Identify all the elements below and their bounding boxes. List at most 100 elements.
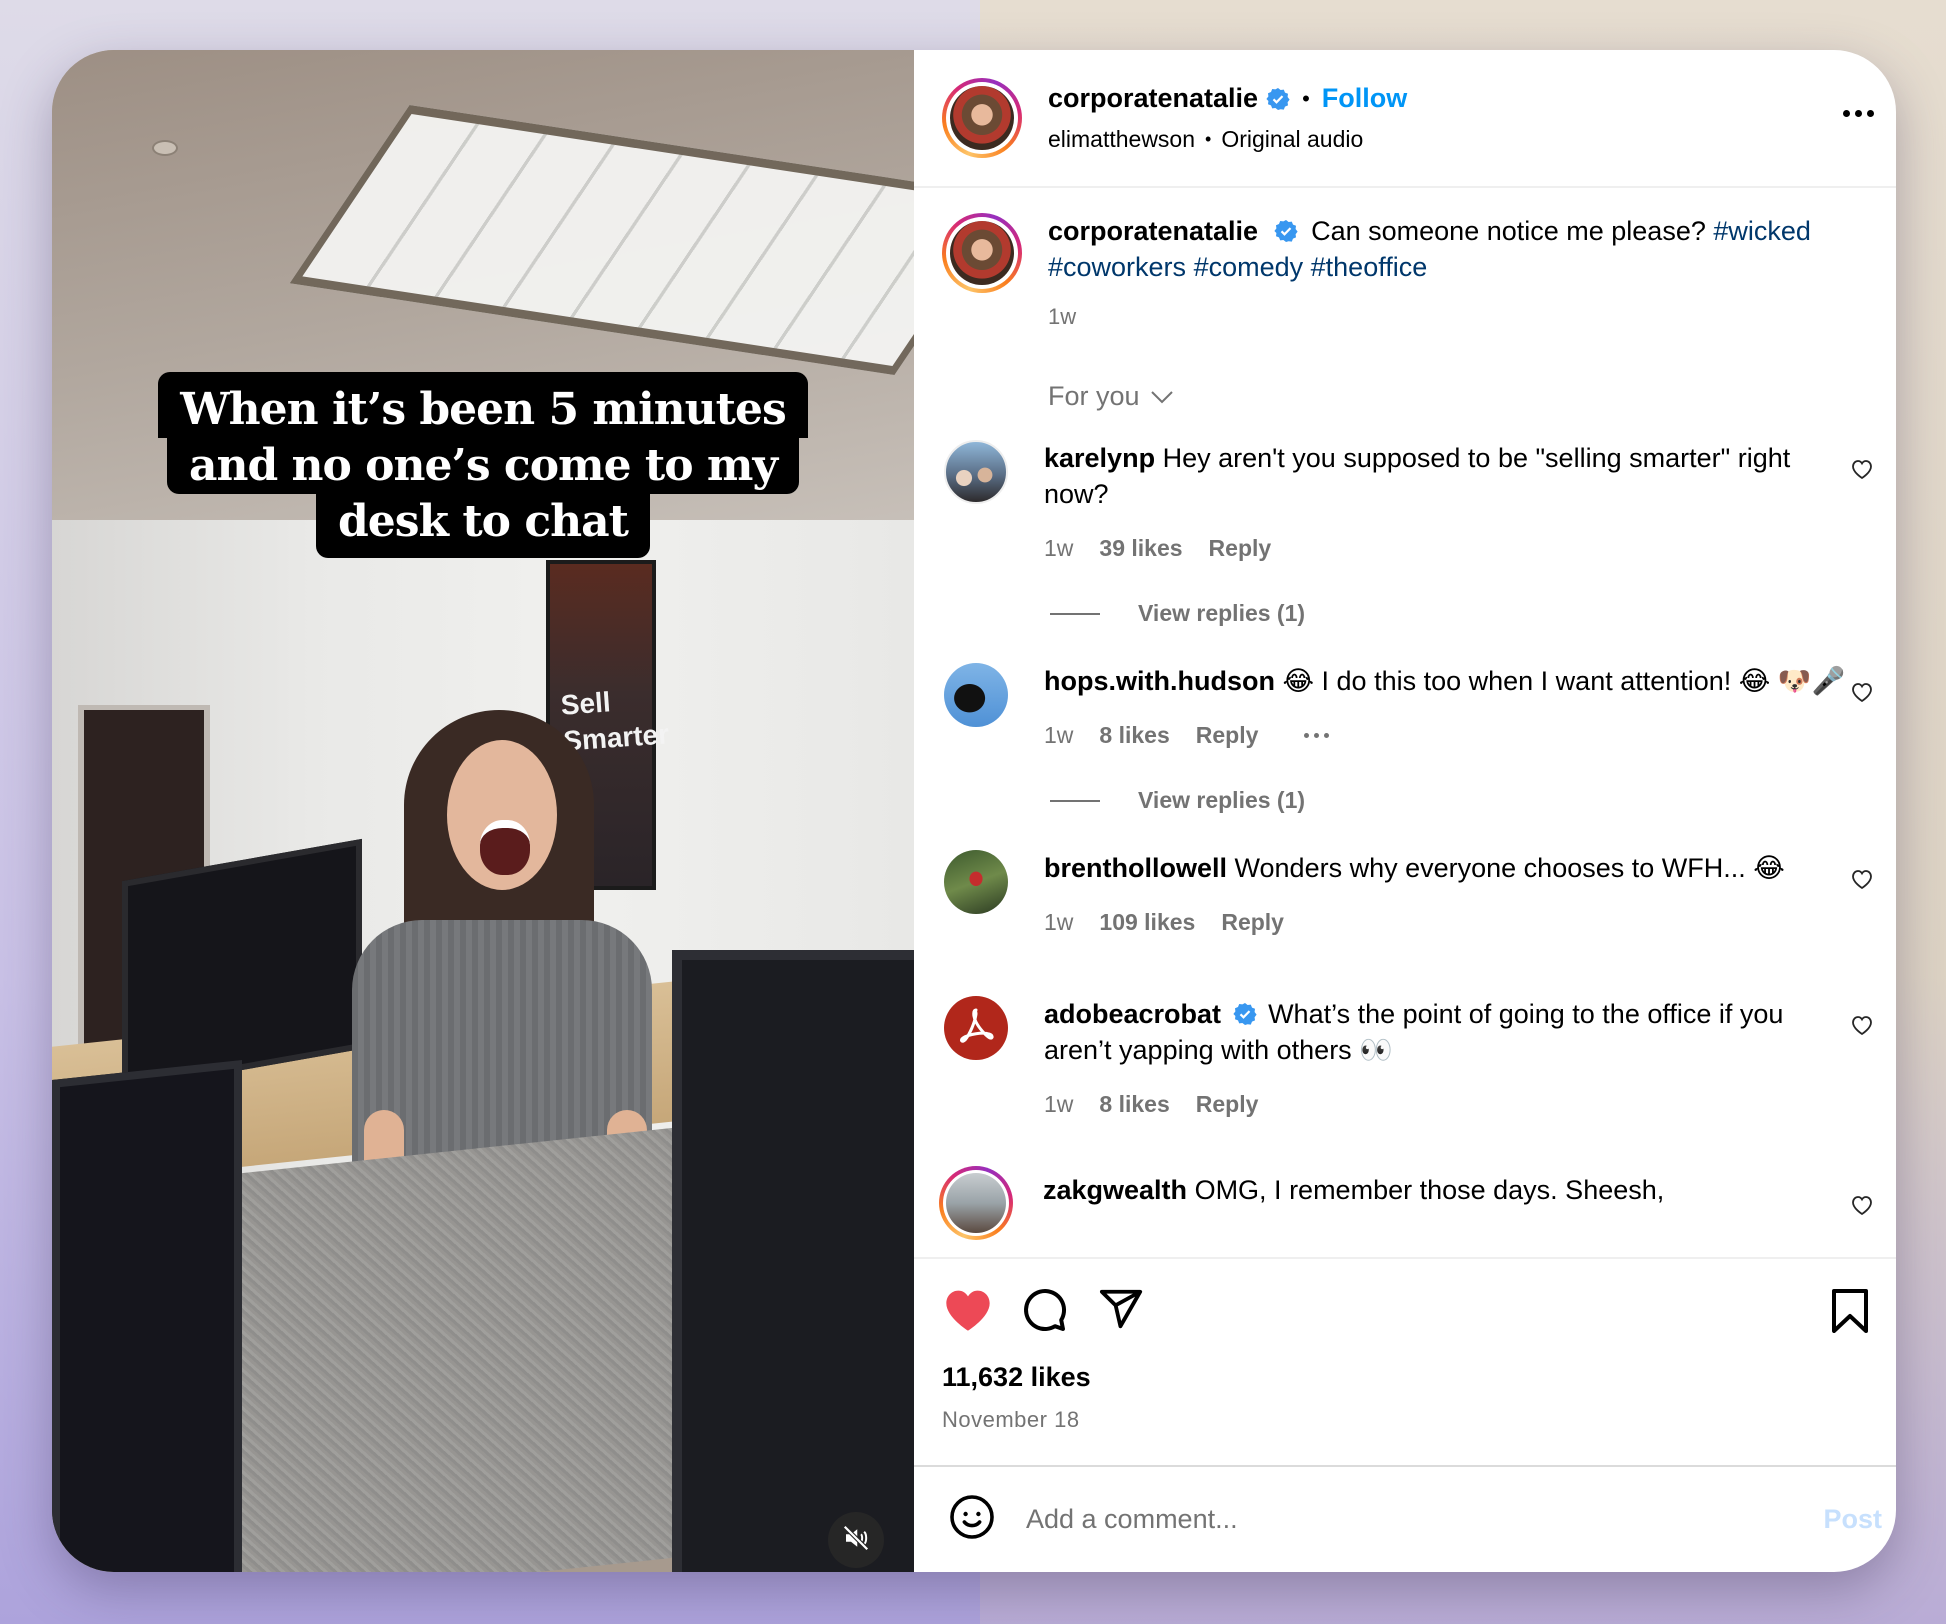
- likes-count-link[interactable]: 11,632 likes: [942, 1362, 1896, 1393]
- poster-text: Sell Smarter: [560, 680, 671, 759]
- reply-button[interactable]: Reply: [1196, 717, 1259, 753]
- more-horizontal-icon: [1843, 110, 1850, 117]
- comment-timestamp: 1w: [1044, 909, 1074, 935]
- comment-item: zakgwealth OMG, I remember those days. S…: [939, 1166, 1876, 1240]
- caption-text: Can someone notice me please?: [1311, 216, 1706, 246]
- audio-author-link[interactable]: elimatthewson: [1048, 126, 1195, 153]
- separator-dot: •: [1302, 85, 1310, 111]
- verified-badge-icon: [1232, 999, 1257, 1025]
- post-actions: 11,632 likes November 18: [914, 1257, 1896, 1465]
- reply-button[interactable]: Reply: [1196, 1086, 1259, 1122]
- view-replies-label: View replies (1): [1138, 787, 1306, 813]
- comment-timestamp: 1w: [1044, 1091, 1074, 1117]
- caption-author-avatar[interactable]: [942, 213, 1022, 293]
- video-scene-monitor: [52, 1060, 242, 1572]
- comment-sort-dropdown[interactable]: For you: [1048, 381, 1876, 412]
- more-options-button[interactable]: [1843, 110, 1874, 117]
- comment-item: brenthollowell Wonders why everyone choo…: [942, 850, 1876, 940]
- hashtag-link[interactable]: #coworkers: [1048, 252, 1186, 282]
- hashtag-link[interactable]: #wicked: [1713, 216, 1811, 246]
- comment-text: Wonders why everyone chooses to WFH... 😂: [1234, 853, 1785, 883]
- commenter-username-link[interactable]: zakgwealth: [1043, 1175, 1187, 1205]
- video-scene-person-mouth: [480, 820, 530, 875]
- commenter-avatar[interactable]: [939, 1166, 1013, 1240]
- video-player[interactable]: Sell Smarter When it’s been 5 minutes an…: [52, 50, 914, 1572]
- author-avatar-image: [950, 86, 1014, 150]
- view-replies-button[interactable]: View replies (1): [1050, 787, 1876, 814]
- follow-button[interactable]: Follow: [1322, 83, 1407, 114]
- comment-item: karelynp Hey aren't you supposed to be "…: [942, 440, 1876, 566]
- audio-link[interactable]: Original audio: [1221, 126, 1363, 153]
- post-modal: Sell Smarter When it’s been 5 minutes an…: [52, 50, 1896, 1572]
- comment-more-options-icon[interactable]: [1304, 732, 1330, 738]
- comment-like-heart-icon[interactable]: [1850, 1014, 1874, 1041]
- comment-text: 😂 I do this too when I want attention! 😂…: [1282, 666, 1846, 696]
- speaker-muted-icon: [841, 1523, 871, 1558]
- save-button[interactable]: [1830, 1289, 1870, 1338]
- comment-timestamp: 1w: [1044, 722, 1074, 748]
- verified-badge-icon: [1266, 87, 1290, 111]
- mute-toggle-button[interactable]: [828, 1512, 884, 1568]
- comment-likes-link[interactable]: 8 likes: [1099, 1086, 1169, 1122]
- video-scene-monitor: [672, 950, 914, 1572]
- reply-button[interactable]: Reply: [1221, 904, 1284, 940]
- view-replies-label: View replies (1): [1138, 600, 1306, 626]
- caption-timestamp: 1w: [1048, 304, 1077, 329]
- commenter-avatar-image: [946, 1173, 1006, 1233]
- comment-bubble-icon: [1020, 1285, 1068, 1338]
- chevron-down-icon: [1140, 381, 1174, 412]
- commenter-avatar[interactable]: [944, 663, 1008, 727]
- comment-text: OMG, I remember those days. Sheesh,: [1194, 1175, 1665, 1205]
- comments-list[interactable]: corporatenatalie Can someone notice me p…: [914, 188, 1896, 1257]
- author-username-link[interactable]: corporatenatalie: [1048, 83, 1258, 114]
- caption-author-avatar-image: [950, 221, 1014, 285]
- post-details-panel: corporatenatalie • Follow elimatthewson …: [914, 50, 1896, 1572]
- post-header: corporatenatalie • Follow elimatthewson …: [914, 50, 1896, 188]
- video-scene-monitor: [122, 838, 362, 1092]
- emoji-picker-button[interactable]: [948, 1493, 996, 1546]
- comment-text: Hey aren't you supposed to be "selling s…: [1044, 443, 1791, 509]
- comment-like-heart-icon[interactable]: [1850, 681, 1874, 708]
- commenter-username-link[interactable]: brenthollowell: [1044, 853, 1227, 883]
- add-comment-bar: Post: [914, 1465, 1896, 1572]
- comment-likes-link[interactable]: 8 likes: [1099, 717, 1169, 753]
- separator-dot: •: [1205, 129, 1212, 149]
- overlay-caption-line: desk to chat: [316, 494, 650, 558]
- comment-likes-link[interactable]: 109 likes: [1099, 904, 1195, 940]
- comment-like-heart-icon[interactable]: [1850, 458, 1874, 485]
- like-button[interactable]: [942, 1285, 994, 1338]
- share-button[interactable]: [1098, 1286, 1144, 1337]
- comment-input[interactable]: [1026, 1504, 1786, 1535]
- comment-like-heart-icon[interactable]: [1850, 868, 1874, 895]
- comment-likes-link[interactable]: 39 likes: [1099, 530, 1182, 566]
- author-avatar[interactable]: [942, 78, 1022, 158]
- comment-item: adobeacrobat What’s the point of going t…: [942, 996, 1876, 1122]
- hashtag-link[interactable]: #comedy: [1194, 252, 1304, 282]
- heart-filled-icon: [942, 1285, 994, 1338]
- comment-timestamp: 1w: [1044, 535, 1074, 561]
- post-date: November 18: [942, 1407, 1080, 1432]
- commenter-avatar[interactable]: [944, 996, 1008, 1060]
- post-comment-button[interactable]: Post: [1823, 1504, 1882, 1535]
- commenter-username-link[interactable]: karelynp: [1044, 443, 1155, 473]
- video-scene-cubicle: [202, 1122, 722, 1572]
- caption-username-link[interactable]: corporatenatalie: [1048, 216, 1258, 246]
- commenter-username-link[interactable]: adobeacrobat: [1044, 999, 1221, 1029]
- sort-label: For you: [1048, 381, 1140, 411]
- commenter-username-link[interactable]: hops.with.hudson: [1044, 666, 1275, 696]
- comment-button[interactable]: [1020, 1285, 1068, 1338]
- commenter-avatar[interactable]: [944, 440, 1008, 504]
- verified-badge-icon: [1273, 216, 1298, 242]
- overlay-caption-line: When it’s been 5 minutes: [158, 372, 808, 438]
- commenter-avatar[interactable]: [944, 850, 1008, 914]
- bookmark-icon: [1830, 1289, 1870, 1338]
- more-horizontal-icon-dot: [1855, 110, 1862, 117]
- video-text-overlay: When it’s been 5 minutes and no one’s co…: [52, 372, 914, 558]
- reply-button[interactable]: Reply: [1209, 530, 1272, 566]
- view-replies-button[interactable]: View replies (1): [1050, 600, 1876, 627]
- post-caption: corporatenatalie Can someone notice me p…: [942, 213, 1876, 335]
- view-replies-divider: [1050, 612, 1100, 615]
- hashtag-link[interactable]: #theoffice: [1311, 252, 1428, 282]
- adobe-acrobat-logo-icon: [956, 1006, 996, 1051]
- comment-like-heart-icon[interactable]: [1850, 1194, 1874, 1221]
